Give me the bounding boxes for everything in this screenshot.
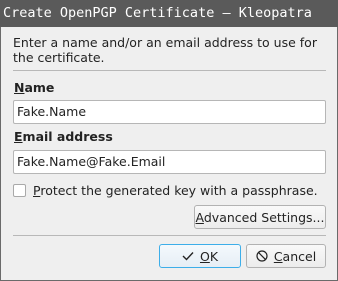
email-label: Email address <box>14 129 113 144</box>
window-title: Create OpenPGP Certificate — Kleopatra <box>3 5 312 21</box>
passphrase-option[interactable]: Protect the generated key with a passphr… <box>13 182 318 198</box>
name-field[interactable]: Fake.Name <box>13 100 326 124</box>
passphrase-label[interactable]: Protect the generated key with a passphr… <box>33 183 318 198</box>
advanced-settings-button[interactable]: Advanced Settings... <box>194 205 326 229</box>
cancel-button[interactable]: Cancel <box>246 244 326 268</box>
passphrase-checkbox[interactable] <box>13 183 26 197</box>
separator-top <box>13 70 326 71</box>
window-titlebar[interactable]: Create OpenPGP Certificate — Kleopatra <box>0 0 338 27</box>
dialog-window: Create OpenPGP Certificate — Kleopatra E… <box>0 0 338 281</box>
dialog-content: Enter a name and/or an email address to … <box>0 27 338 281</box>
email-field-value: Fake.Name@Fake.Email <box>17 154 166 169</box>
intro-text: Enter a name and/or an email address to … <box>13 35 317 65</box>
checkmark-icon <box>182 251 194 261</box>
name-field-value: Fake.Name <box>17 104 87 119</box>
name-label: Name <box>14 80 55 95</box>
cancel-icon <box>256 250 268 262</box>
ok-button[interactable]: OK <box>159 244 241 268</box>
separator-bottom <box>13 235 326 236</box>
ok-label: OK <box>199 248 219 264</box>
advanced-settings-label: Advanced Settings... <box>195 209 325 225</box>
email-field[interactable]: Fake.Name@Fake.Email <box>13 150 326 174</box>
cancel-label: Cancel <box>273 248 317 264</box>
